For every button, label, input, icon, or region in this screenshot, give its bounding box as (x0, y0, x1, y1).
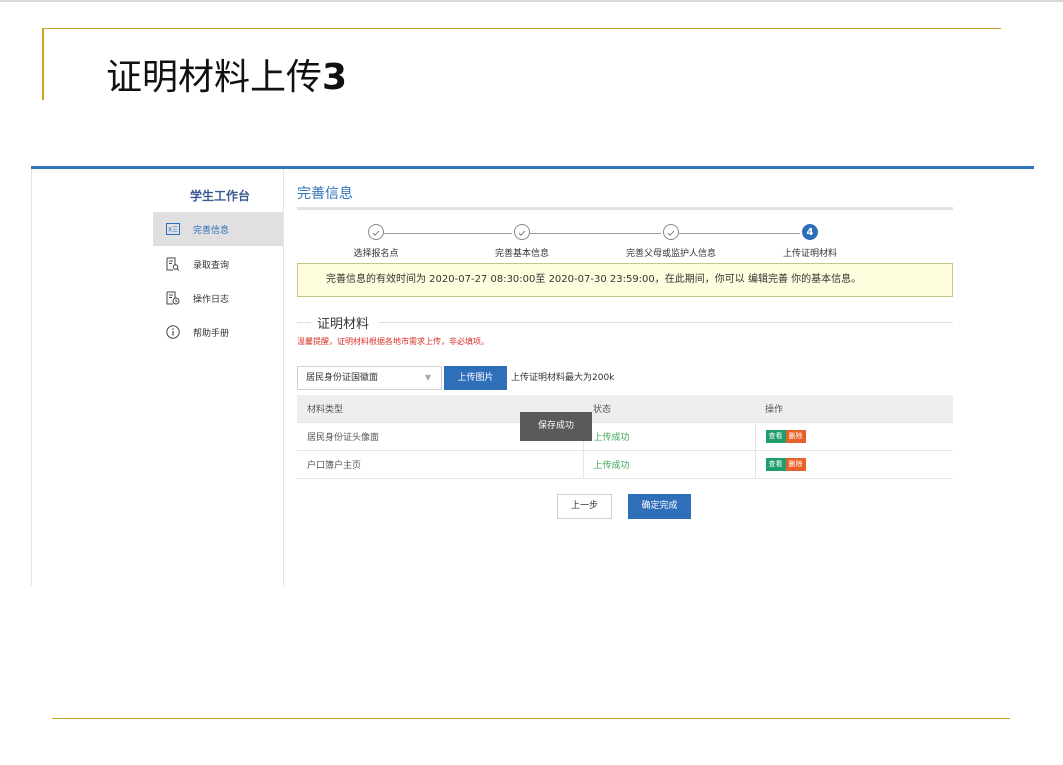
table-row: 户口簿户主页 上传成功 查看 删除 (297, 450, 953, 479)
step-label: 选择报名点 (353, 249, 399, 259)
validity-notice: 完善信息的有效时间为 2020-07-27 08:30:00至 2020-07-… (297, 263, 953, 297)
sidebar-item-help-manual[interactable]: 帮助手册 (153, 315, 283, 349)
sidebar-title: 学生工作台 (190, 189, 251, 203)
column-header: 操作 (755, 395, 953, 423)
sidebar: 学生工作台 X三 完善信息 录取查询 操作日志 帮助手册 (31, 169, 284, 586)
step-done-check-icon (663, 224, 679, 240)
sidebar-item-admission-query[interactable]: 录取查询 (153, 247, 283, 281)
step-connector (384, 233, 512, 234)
sidebar-item-complete-info[interactable]: X三 完善信息 (153, 212, 283, 246)
actions-cell: 查看 删除 (754, 450, 953, 479)
main-content: 完善信息 4 选择报名点 完善基本信息 完善父母或监护人信息 上传证明材料 完善… (297, 169, 987, 586)
materials-table: 材料类型 状态 操作 居民身份证头像面 上传成功 查看 删除 户口簿户主页 上传成… (297, 395, 953, 479)
status-cell: 上传成功 (582, 450, 755, 479)
table-row: 居民身份证头像面 上传成功 查看 删除 (297, 422, 953, 451)
step-label: 完善父母或监护人信息 (625, 249, 717, 259)
slide-title-number: 3 (322, 57, 348, 98)
view-button[interactable]: 查看 (765, 430, 786, 443)
step-connector (679, 233, 800, 234)
section-rule (297, 322, 311, 323)
top-border (0, 0, 1063, 2)
log-clock-icon (166, 291, 180, 305)
save-success-toast: 保存成功 (520, 412, 592, 441)
section-title: 证明材料 (317, 317, 370, 332)
slide-left-rule (42, 28, 44, 100)
upload-image-button[interactable]: 上传图片 (444, 366, 507, 390)
confirm-complete-button[interactable]: 确定完成 (628, 494, 691, 519)
search-document-icon (166, 257, 180, 271)
step-connector (530, 233, 661, 234)
slide-top-rule (44, 28, 1001, 29)
id-card-icon: X三 (166, 222, 180, 236)
sidebar-item-label: 录取查询 (193, 260, 230, 271)
progress-steps: 4 选择报名点 完善基本信息 完善父母或监护人信息 上传证明材料 (297, 219, 953, 259)
svg-text:X三: X三 (168, 227, 178, 234)
table-header-row: 材料类型 状态 操作 (297, 395, 953, 423)
info-icon (166, 325, 180, 339)
upload-size-hint: 上传证明材料最大为200k (511, 373, 615, 383)
material-type-cell: 户口簿户主页 (297, 450, 583, 479)
chevron-down-icon: ▼ (424, 373, 431, 382)
section-rule (379, 322, 953, 323)
column-header: 状态 (583, 395, 755, 423)
page-title: 完善信息 (297, 186, 353, 202)
previous-step-button[interactable]: 上一步 (557, 494, 612, 519)
delete-button[interactable]: 删除 (785, 430, 806, 443)
sidebar-item-label: 完善信息 (193, 225, 230, 236)
warning-text: 温馨提醒，证明材料根据各地市需求上传，非必填项。 (297, 337, 489, 346)
sidebar-item-label: 操作日志 (193, 294, 230, 305)
material-type-select[interactable]: 居民身份证国徽面 ▼ (297, 366, 442, 390)
step-done-check-icon (514, 224, 530, 240)
step-label: 完善基本信息 (494, 249, 550, 259)
sidebar-item-label: 帮助手册 (193, 328, 230, 339)
step-label: 上传证明材料 (782, 249, 838, 259)
title-divider (297, 207, 953, 210)
status-cell: 上传成功 (582, 422, 755, 451)
delete-button[interactable]: 删除 (785, 458, 806, 471)
app-screenshot: 学生工作台 X三 完善信息 录取查询 操作日志 帮助手册 完善信息 4 选择报名… (31, 166, 1034, 586)
view-button[interactable]: 查看 (765, 458, 786, 471)
actions-cell: 查看 删除 (754, 422, 953, 451)
step-done-check-icon (368, 224, 384, 240)
slide-title-text: 证明材料上传 (106, 57, 323, 98)
slide-bottom-rule (52, 718, 1010, 719)
material-type-selected: 居民身份证国徽面 (306, 373, 379, 383)
sidebar-item-operation-log[interactable]: 操作日志 (153, 281, 283, 315)
step-current-number: 4 (802, 224, 818, 240)
slide-title: 证明材料上传3 (106, 48, 347, 100)
